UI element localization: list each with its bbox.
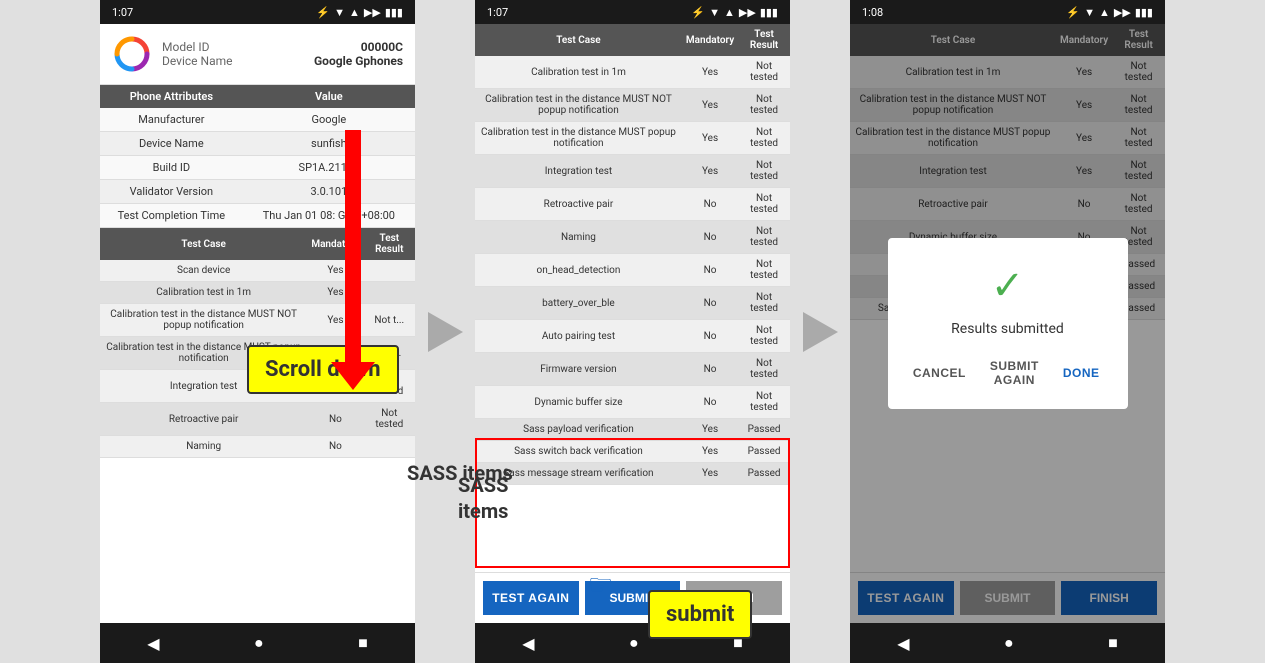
table-row: Build IDSP1A.21110: [100, 156, 415, 180]
table-row: Validator Version3.0.101: [100, 180, 415, 204]
submit-annotation: submit: [648, 590, 752, 639]
test-header-result-2: Test Result: [738, 24, 790, 56]
table-row: Calibration test in the distance MUST po…: [475, 122, 790, 155]
nav-recents-1[interactable]: ■: [338, 625, 388, 661]
results-dialog: ✓ Results submitted CANCEL SUBMIT AGAIN …: [888, 238, 1128, 409]
device-info: Model ID 00000C Device Name Google Gphon…: [100, 24, 415, 85]
table-row: Retroactive pairNoNot tested: [100, 403, 415, 436]
arrow-1: [415, 312, 475, 352]
check-icon: ✓: [908, 262, 1108, 309]
test-table-1: Test Case Mandatory Test Result Scan dev…: [100, 228, 415, 458]
dialog-buttons: CANCEL SUBMIT AGAIN DONE: [908, 353, 1108, 393]
nav-home-1[interactable]: ●: [234, 625, 284, 661]
table-row: Auto pairing testNoNot tested: [475, 320, 790, 353]
scroll-arrow: [345, 130, 361, 370]
dialog-cancel-button[interactable]: CANCEL: [905, 353, 974, 393]
table-row: Dynamic buffer sizeNoNot tested: [475, 386, 790, 419]
scroll-content-2[interactable]: Test Case Mandatory Test Result Calibrat…: [475, 24, 790, 572]
phone-2-wrapper: 1:07 ⚡ ▼ ▲ ▶▶ ▮▮▮ Test Case Mandatory Te…: [475, 0, 790, 663]
nav-home-3[interactable]: ●: [984, 625, 1034, 661]
test-header-result: Test Result: [364, 228, 415, 260]
table-row: ManufacturerGoogle: [100, 108, 415, 132]
nav-back-1[interactable]: ◀: [127, 626, 179, 661]
test-header-mandatory-2: Mandatory: [682, 24, 738, 56]
model-label: Model ID: [162, 40, 209, 54]
dialog-overlay: ✓ Results submitted CANCEL SUBMIT AGAIN …: [850, 24, 1165, 623]
table-row: Firmware versionNoNot tested: [475, 353, 790, 386]
phone-3: 1:08 ⚡ ▼ ▲ ▶▶ ▮▮▮ Test Case Mandatory Te…: [850, 0, 1165, 663]
dialog-done-button[interactable]: DONE: [1055, 353, 1108, 393]
status-icons-2: ⚡ ▼ ▲ ▶▶ ▮▮▮: [691, 6, 778, 19]
bottom-nav-3: ◀ ● ■: [850, 623, 1165, 663]
attr-header-1: Phone Attributes: [100, 85, 243, 108]
nav-back-3[interactable]: ◀: [877, 626, 929, 661]
table-row: Calibration test in the distance MUST NO…: [475, 89, 790, 122]
dialog-title: Results submitted: [908, 321, 1108, 337]
table-row: Retroactive pairNoNot tested: [475, 188, 790, 221]
test-header-name-2: Test Case: [475, 24, 682, 56]
scroll-annotation: Scroll down: [247, 345, 399, 394]
device-label: Device Name: [162, 54, 233, 68]
test-table-2: Test Case Mandatory Test Result Calibrat…: [475, 24, 790, 485]
status-bar-1: 1:07 ⚡ ▼ ▲ ▶▶ ▮▮▮: [100, 0, 415, 24]
table-row: Device Namesunfish: [100, 132, 415, 156]
arrow-2: [790, 312, 850, 352]
table-row: Integration testYesNot tested: [475, 155, 790, 188]
table-row: Test Completion TimeThu Jan 01 08: GMT+0…: [100, 204, 415, 228]
model-value: 00000C: [361, 40, 403, 54]
test-again-button-2[interactable]: TEST AGAIN: [483, 581, 579, 615]
sass-label-external: SASSitems: [458, 472, 508, 524]
phone-2: 1:07 ⚡ ▼ ▲ ▶▶ ▮▮▮ Test Case Mandatory Te…: [475, 0, 790, 663]
status-icons-1: ⚡ ▼ ▲ ▶▶ ▮▮▮: [316, 6, 403, 19]
table-row: on_head_detectionNoNot tested: [475, 254, 790, 287]
status-bar-2: 1:07 ⚡ ▼ ▲ ▶▶ ▮▮▮: [475, 0, 790, 24]
attr-header-2: Value: [243, 85, 415, 108]
table-row: NamingNoNot tested: [475, 221, 790, 254]
phone-1: 1:07 ⚡ ▼ ▲ ▶▶ ▮▮▮: [100, 0, 415, 663]
table-row: Sass payload verificationYesPassed: [475, 419, 790, 441]
status-time-3: 1:08: [862, 6, 883, 19]
nav-back-2[interactable]: ◀: [502, 626, 554, 661]
status-time-1: 1:07: [112, 6, 133, 19]
attr-table: Phone Attributes Value ManufacturerGoogl…: [100, 85, 415, 228]
device-value: Google Gphones: [314, 54, 403, 68]
nav-recents-3[interactable]: ■: [1088, 625, 1138, 661]
table-row: Calibration test in 1mYes: [100, 282, 415, 304]
bottom-nav-1: ◀ ● ■: [100, 623, 415, 663]
dialog-submit-again-button[interactable]: SUBMIT AGAIN: [982, 353, 1047, 393]
device-details: Model ID 00000C Device Name Google Gphon…: [162, 40, 403, 68]
phone-3-wrapper: 1:08 ⚡ ▼ ▲ ▶▶ ▮▮▮ Test Case Mandatory Te…: [850, 0, 1165, 663]
table-row: battery_over_bleNoNot tested: [475, 287, 790, 320]
device-logo: [112, 34, 152, 74]
table-row: Calibration test in the distance MUST NO…: [100, 304, 415, 337]
status-time-2: 1:07: [487, 6, 508, 19]
table-row: Sass message stream verificationYesPasse…: [475, 463, 790, 485]
status-icons-3: ⚡ ▼ ▲ ▶▶ ▮▮▮: [1066, 6, 1153, 19]
status-bar-3: 1:08 ⚡ ▼ ▲ ▶▶ ▮▮▮: [850, 0, 1165, 24]
table-row: NamingNo: [100, 436, 415, 458]
table-row: Scan deviceYes: [100, 260, 415, 282]
test-header-name: Test Case: [100, 228, 307, 260]
table-row: Calibration test in 1mYesNot tested: [475, 56, 790, 89]
table-row: Sass switch back verificationYesPassed: [475, 441, 790, 463]
